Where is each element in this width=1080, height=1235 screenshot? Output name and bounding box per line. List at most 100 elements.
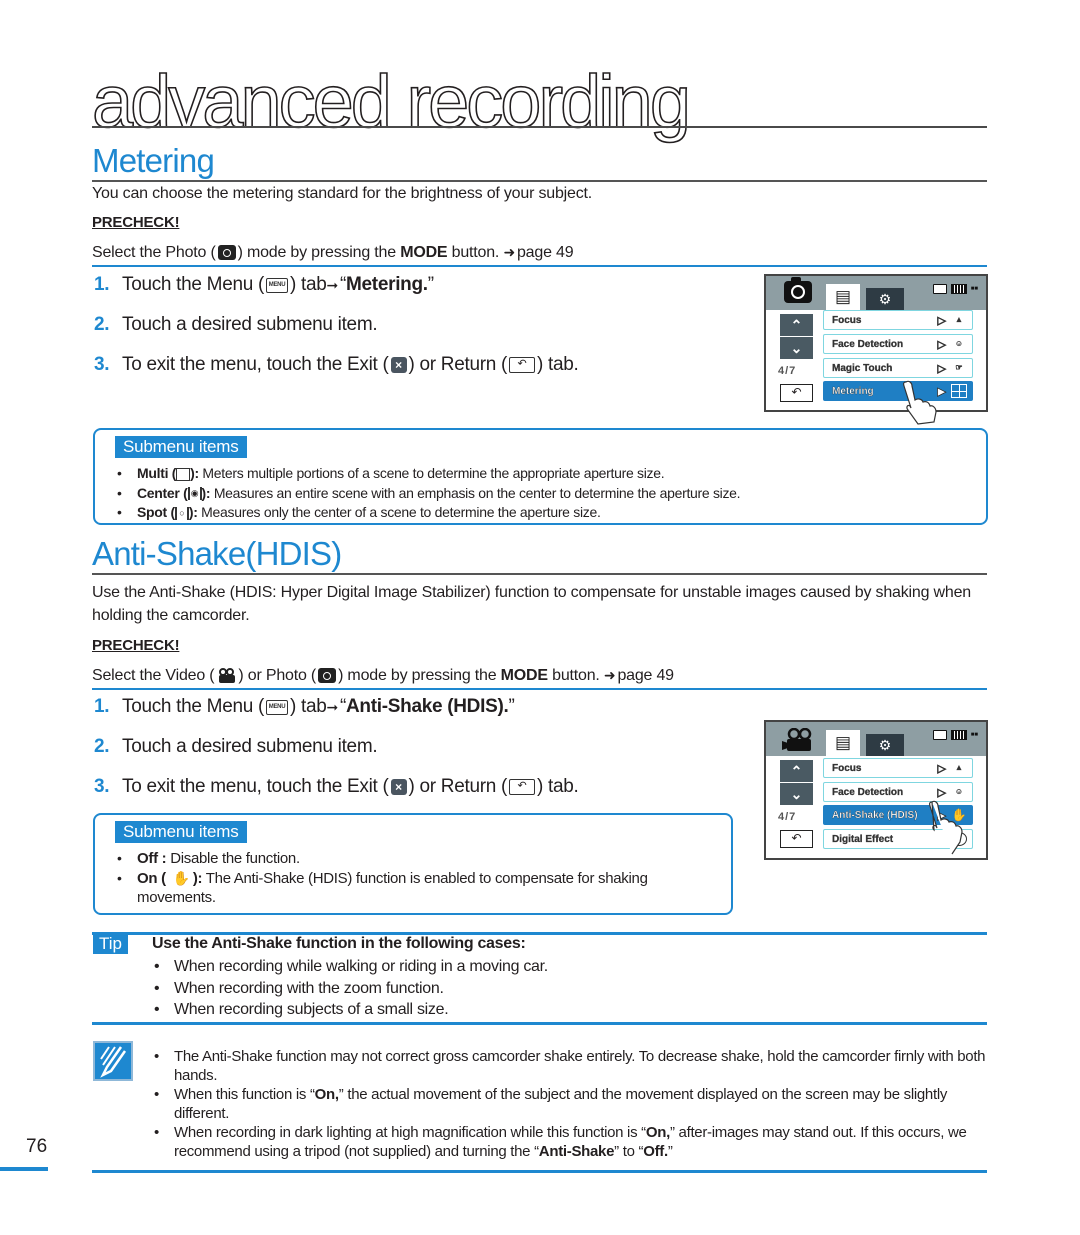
touch-hand-icon bbox=[903, 380, 937, 425]
antishake-precheck-text: Select the Video () or Photo () mode by … bbox=[92, 664, 674, 687]
step-text: ) or Return ( bbox=[408, 776, 508, 797]
expand-arrow-icon: ▷ bbox=[937, 362, 946, 375]
lcd-video-mode-icon[interactable] bbox=[780, 728, 814, 752]
hdis-hand-icon: ✋ bbox=[172, 869, 190, 886]
lcd-settings-tab[interactable]: ⚙ bbox=[866, 288, 904, 310]
lcd-menu-item-focus[interactable]: Focus ▷ ▲ bbox=[823, 310, 973, 330]
lcd-scroll-down-button[interactable]: ⌄ bbox=[780, 337, 813, 359]
precheck-text-part: button. bbox=[447, 244, 504, 261]
step-number: 2. bbox=[94, 314, 110, 335]
lcd-return-button[interactable]: ↶ bbox=[780, 830, 813, 848]
antishake-submenu-box: Submenu items Off : Disable the function… bbox=[93, 813, 733, 915]
submenu-item-name: Spot ( bbox=[137, 504, 175, 520]
mode-button-label: MODE bbox=[500, 667, 548, 684]
lcd-return-button[interactable]: ↶ bbox=[780, 384, 813, 402]
lcd-photo-mode-icon[interactable] bbox=[784, 277, 812, 303]
face-detection-off-icon: ☺ bbox=[954, 339, 964, 348]
lcd-item-label: Face Detection bbox=[832, 786, 904, 798]
antishake-submenu-list: Off : Disable the function. On ( ✋): The… bbox=[115, 849, 705, 908]
lcd-item-label: Magic Touch bbox=[832, 362, 893, 374]
submenu-item-center: Center (◉): Measures an entire scene wit… bbox=[115, 484, 741, 504]
precheck-text-part: ) mode by pressing the bbox=[338, 667, 501, 684]
submenu-item-close: ): bbox=[188, 504, 198, 520]
focus-auto-icon: ▲ bbox=[955, 763, 963, 772]
lcd-item-label: Face Detection bbox=[832, 338, 904, 350]
lcd-scroll-down-button[interactable]: ⌄ bbox=[780, 783, 813, 805]
antishake-step-2: 2. Touch a desired submenu item. bbox=[94, 736, 378, 758]
submenu-item-off: Off : Disable the function. bbox=[115, 849, 705, 869]
precheck-text-part: ) mode by pressing the bbox=[237, 244, 401, 261]
multi-metering-icon bbox=[951, 384, 967, 398]
metering-intro: You can choose the metering standard for… bbox=[92, 185, 592, 202]
photo-mode-icon bbox=[318, 668, 337, 684]
note-item: The Anti-Shake function may not correct … bbox=[152, 1047, 992, 1085]
antishake-precheck-rule bbox=[92, 688, 987, 690]
submenu-item-name: Off : bbox=[137, 850, 167, 867]
chapter-rule bbox=[92, 126, 987, 128]
submenu-item-close: ): bbox=[190, 465, 199, 481]
chapter-title: advanced recording bbox=[91, 60, 692, 143]
page-number-bar bbox=[0, 1167, 48, 1171]
memory-card-icon bbox=[932, 284, 947, 294]
step-text: ) tab. bbox=[537, 776, 579, 797]
submenu-item-desc: Measures only the center of a scene to d… bbox=[197, 504, 601, 520]
remaining-time-icon: ■■ bbox=[970, 732, 978, 738]
metering-submenu-box: Submenu items Multi (): Meters multiple … bbox=[93, 428, 988, 525]
multi-metering-icon bbox=[176, 467, 191, 481]
step-target-label: Metering. bbox=[346, 274, 428, 295]
metering-precheck-rule bbox=[92, 265, 987, 267]
page-reference-link[interactable]: page 49 bbox=[517, 244, 574, 261]
antishake-step-1: 1. Touch the Menu (MENU) tab ➞ “Anti-Shak… bbox=[94, 696, 515, 717]
exit-icon: × bbox=[390, 779, 407, 795]
spot-metering-icon: ○ bbox=[174, 506, 189, 520]
metering-precheck-label: PRECHECK! bbox=[92, 214, 180, 231]
tip-item: When recording with the zoom function. bbox=[152, 978, 548, 1000]
tip-list: When recording while walking or riding i… bbox=[152, 956, 548, 1021]
lcd-page-indicator: 4/7 bbox=[778, 365, 797, 377]
submenu-item-desc: The Anti-Shake (HDIS) function is enable… bbox=[137, 869, 648, 907]
note-text: ” to “ bbox=[614, 1143, 644, 1160]
submenu-item-desc: Measures an entire scene with an emphasi… bbox=[210, 484, 741, 501]
lcd-menu-item-magic-touch[interactable]: Magic Touch ▷ ☞ bbox=[823, 358, 973, 378]
lcd-menu-tab[interactable]: ▤ bbox=[826, 284, 860, 310]
step-text: ) tab bbox=[290, 696, 327, 717]
lcd-menu-item-face-detection[interactable]: Face Detection ▷ ☺ bbox=[823, 782, 973, 802]
lcd-item-label: Focus bbox=[832, 762, 862, 774]
lcd-scroll-up-button[interactable]: ⌃ bbox=[780, 314, 813, 336]
lcd-scroll-up-button[interactable]: ⌃ bbox=[780, 760, 813, 782]
touch-hand-icon bbox=[929, 800, 963, 855]
step-text: Touch the Menu ( bbox=[122, 274, 265, 295]
submenu-item-close: ): bbox=[201, 484, 211, 501]
lcd-menu-item-focus[interactable]: Focus ▷ ▲ bbox=[823, 758, 973, 778]
menu-tab-icon: MENU bbox=[266, 699, 289, 715]
submenu-item-on: On ( ✋): The Anti-Shake (HDIS) function … bbox=[115, 869, 705, 908]
lcd-status-icons: ■■ bbox=[932, 730, 978, 740]
emphasis-text: Anti-Shake bbox=[538, 1143, 615, 1160]
lcd-status-icons: ■■ bbox=[932, 284, 978, 294]
submenu-item-name: On ( bbox=[137, 869, 166, 887]
note-text: When recording in dark lighting at high … bbox=[174, 1124, 646, 1141]
note-item: When recording in dark lighting at high … bbox=[152, 1123, 992, 1161]
focus-auto-icon: ▲ bbox=[955, 315, 963, 324]
antishake-intro: Use the Anti-Shake (HDIS: Hyper Digital … bbox=[92, 584, 971, 624]
step-target-label: Anti-Shake (HDIS). bbox=[346, 696, 509, 717]
submenu-item-name: Multi ( bbox=[137, 465, 177, 481]
page-number: 76 bbox=[26, 1136, 48, 1157]
lcd-menu-tab[interactable]: ▤ bbox=[826, 730, 860, 756]
precheck-text-part: Select the Photo ( bbox=[92, 244, 216, 261]
metering-step-2: 2. Touch a desired submenu item. bbox=[94, 314, 378, 336]
menu-tab-icon: MENU bbox=[266, 277, 289, 293]
lcd-menu-item-face-detection[interactable]: Face Detection ▷ ☺ bbox=[823, 334, 973, 354]
mode-button-label: MODE bbox=[400, 244, 448, 261]
page-reference-link[interactable]: page 49 bbox=[617, 667, 674, 684]
expand-arrow-icon: ▷ bbox=[937, 762, 946, 775]
submenu-item-close: ): bbox=[192, 869, 203, 887]
face-detection-off-icon: ☺ bbox=[954, 787, 964, 796]
tip-heading: Use the Anti-Shake function in the follo… bbox=[152, 935, 526, 952]
step-text: Touch a desired submenu item. bbox=[122, 736, 378, 757]
tip-item: When recording while walking or riding i… bbox=[152, 956, 548, 978]
step-text: ) tab. bbox=[537, 354, 579, 375]
lcd-settings-tab[interactable]: ⚙ bbox=[866, 734, 904, 756]
antishake-step-3: 3. To exit the menu, touch the Exit (×) … bbox=[94, 776, 579, 798]
precheck-text-part: ) or Photo ( bbox=[238, 667, 317, 684]
